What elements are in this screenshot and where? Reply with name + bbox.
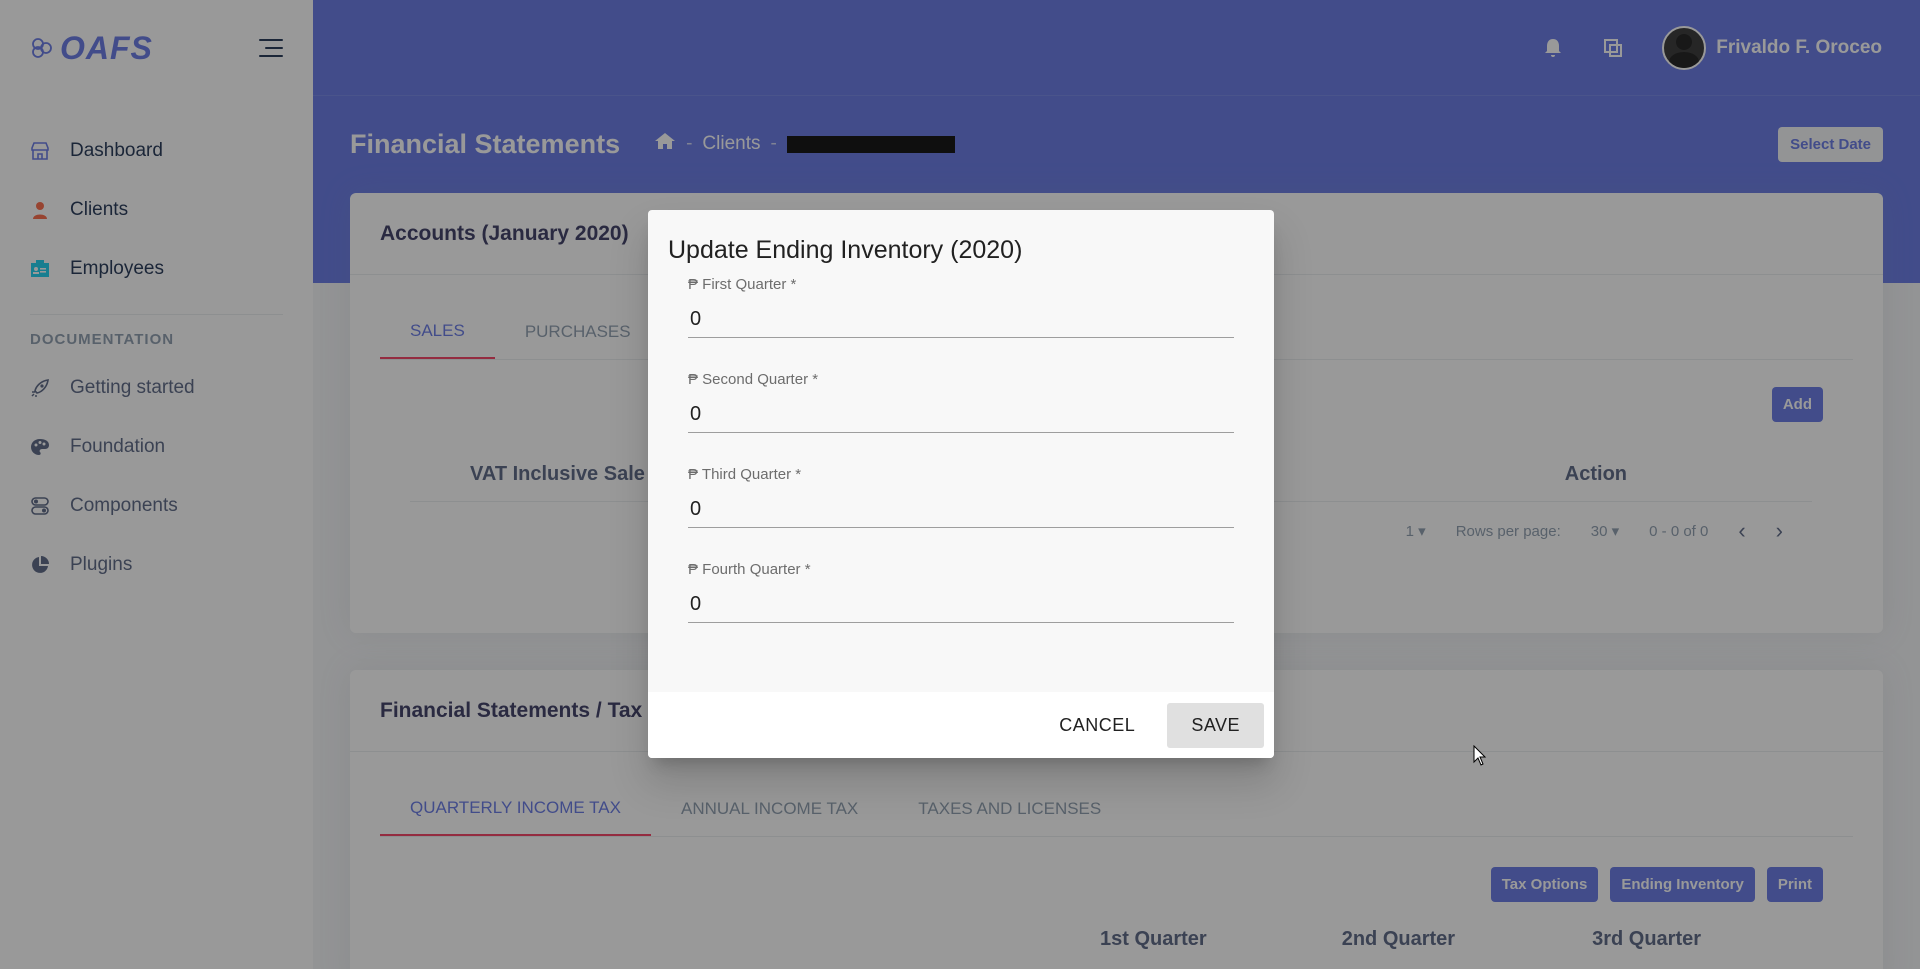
- update-ending-inventory-dialog: Update Ending Inventory (2020) ₱ First Q…: [648, 210, 1274, 758]
- third-quarter-field: ₱ Third Quarter *: [688, 460, 1234, 555]
- second-quarter-input[interactable]: [688, 389, 1234, 433]
- field-label: ₱ Second Quarter *: [688, 371, 819, 388]
- fourth-quarter-input[interactable]: [688, 579, 1234, 623]
- third-quarter-input[interactable]: [688, 484, 1234, 528]
- field-label: ₱ First Quarter *: [688, 276, 797, 293]
- save-button[interactable]: SAVE: [1167, 702, 1264, 748]
- field-label: ₱ Fourth Quarter *: [688, 561, 811, 578]
- first-quarter-field: ₱ First Quarter *: [688, 270, 1234, 365]
- first-quarter-input[interactable]: [688, 294, 1234, 338]
- dialog-title: Update Ending Inventory (2020): [668, 236, 1023, 264]
- field-label: ₱ Third Quarter *: [688, 466, 802, 483]
- mouse-cursor-icon: [1473, 745, 1487, 766]
- fourth-quarter-field: ₱ Fourth Quarter *: [688, 555, 1234, 650]
- second-quarter-field: ₱ Second Quarter *: [688, 365, 1234, 460]
- cancel-button[interactable]: CANCEL: [1035, 703, 1159, 748]
- dialog-actions: CANCEL SAVE: [648, 692, 1274, 758]
